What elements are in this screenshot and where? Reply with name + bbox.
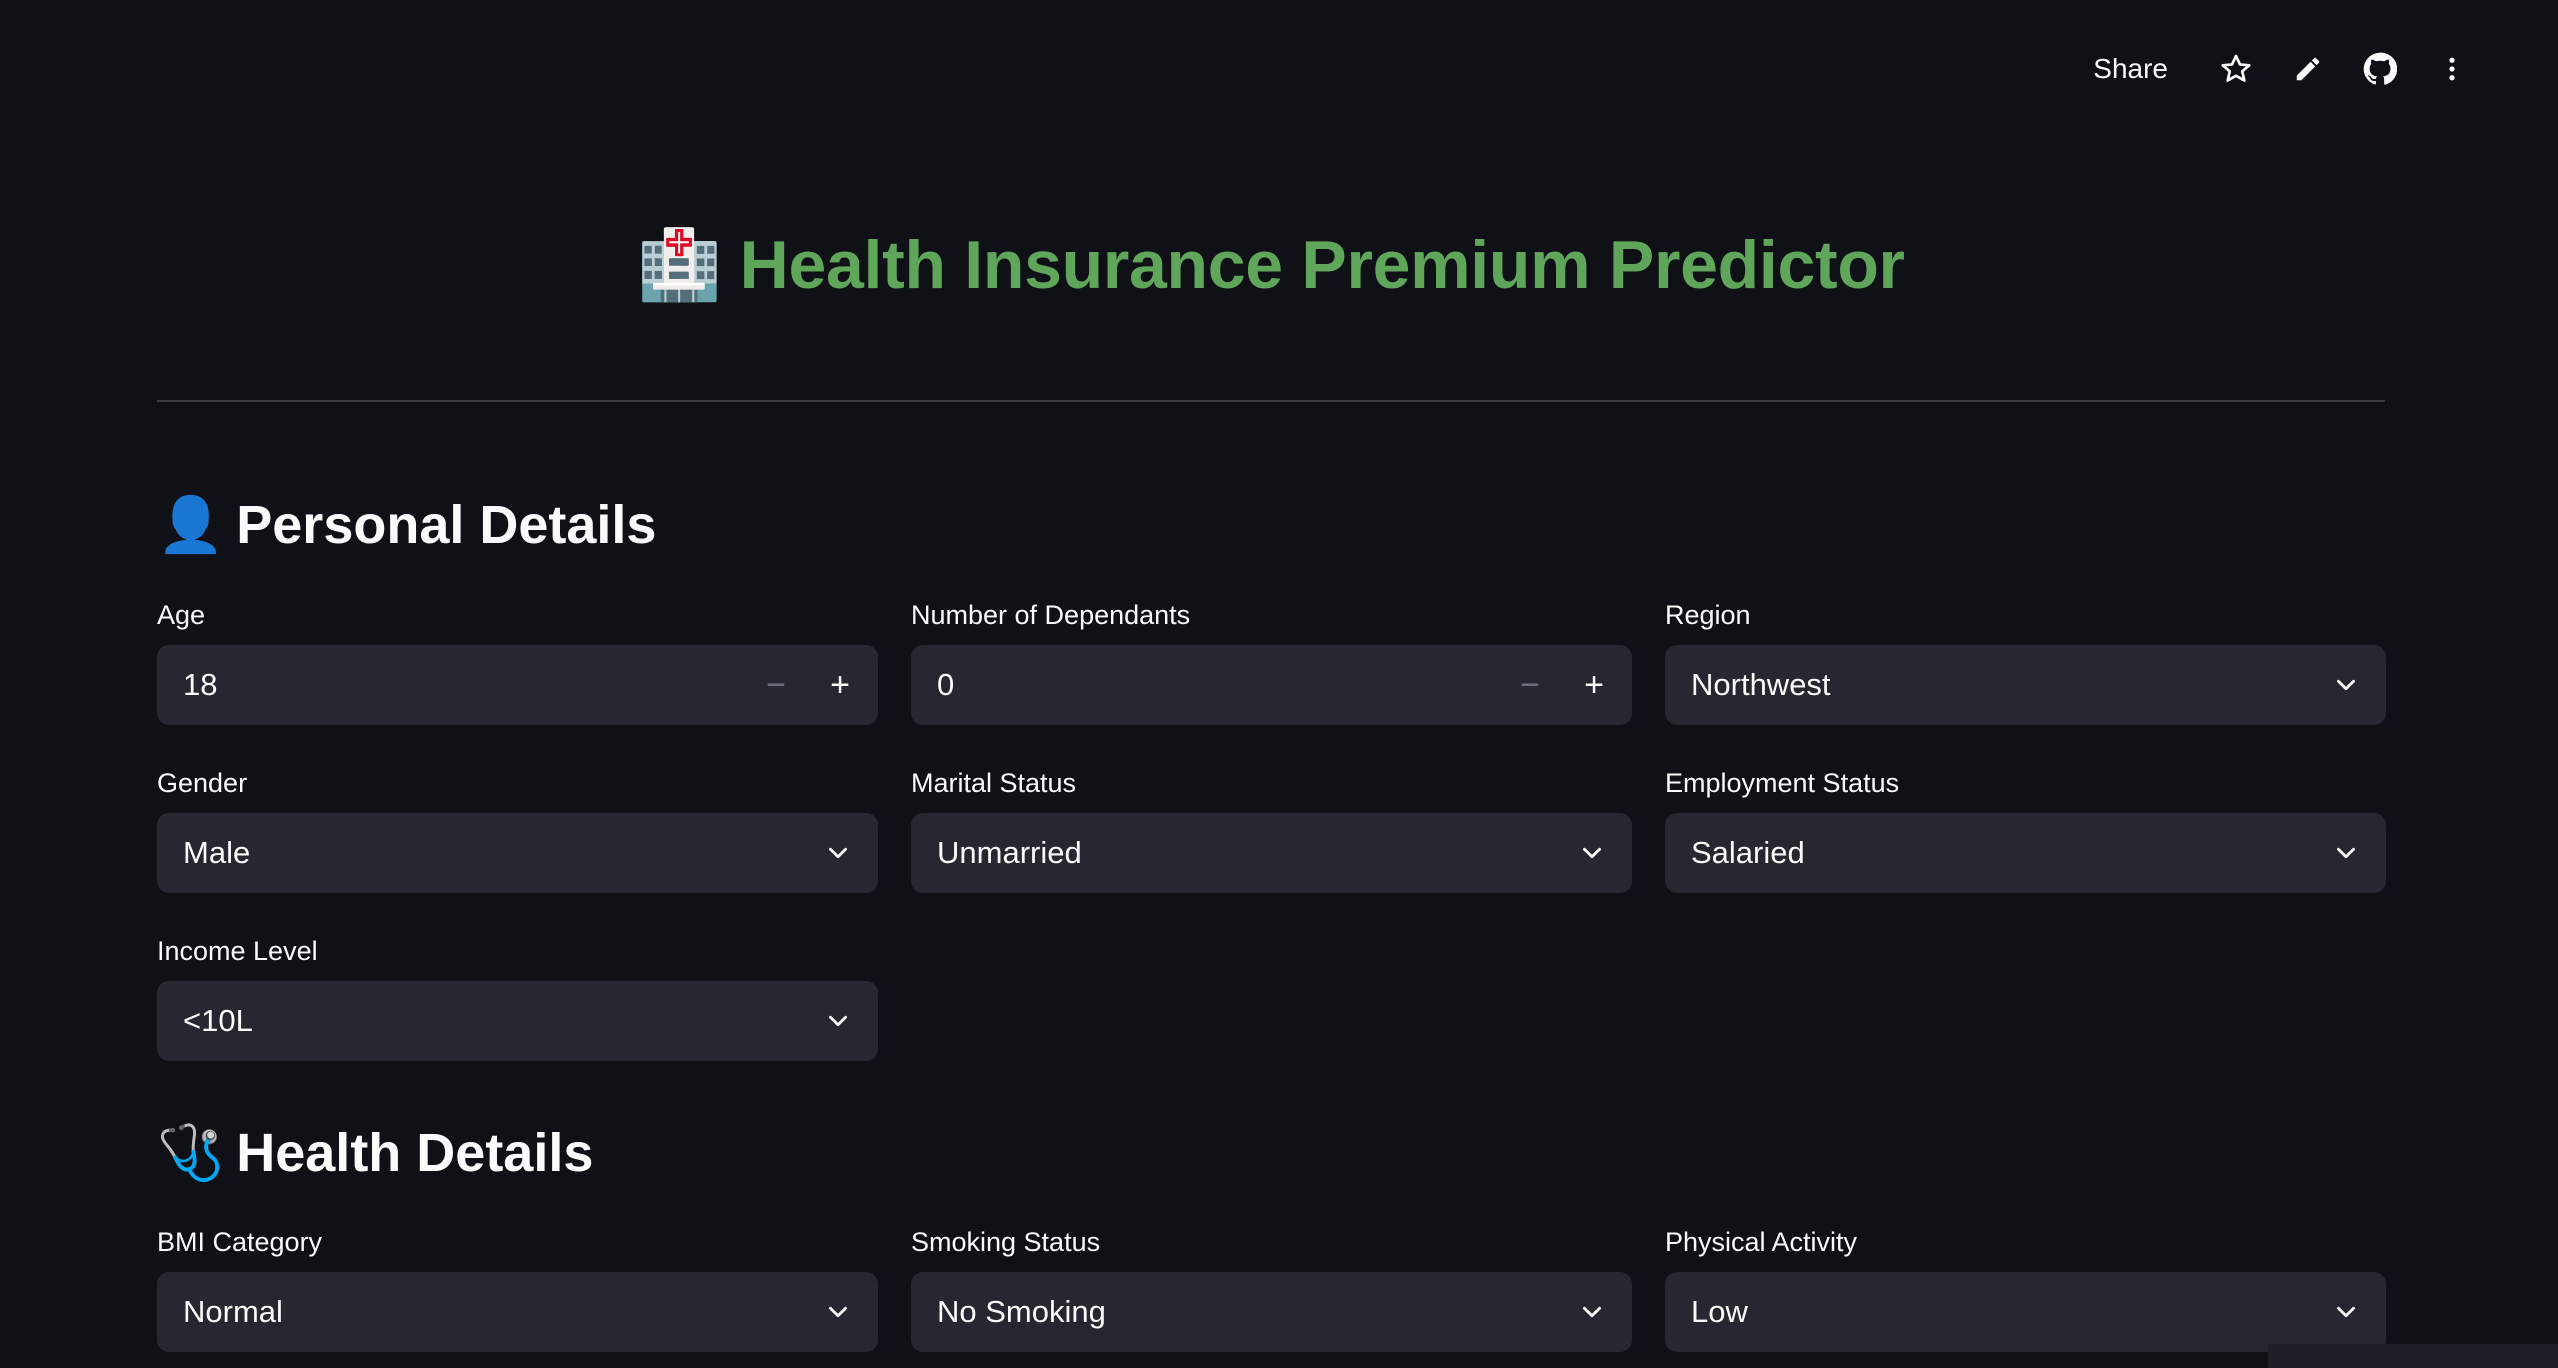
dependants-increment-button[interactable]: + <box>1562 645 1626 725</box>
region-field: Region Northwest <box>1665 595 2386 725</box>
status-widget-edge <box>2268 1344 2558 1368</box>
physical-activity-value: Low <box>1691 1294 1748 1329</box>
income-level-select[interactable]: <10L <box>157 981 878 1061</box>
marital-status-field: Marital Status Unmarried <box>911 763 1632 893</box>
chevron-down-icon[interactable] <box>2306 813 2386 893</box>
stethoscope-icon: 🩺 <box>157 1122 225 1183</box>
age-increment-button[interactable]: + <box>808 645 872 725</box>
section-heading-text: Personal Details <box>236 495 657 555</box>
region-select[interactable]: Northwest <box>1665 645 2386 725</box>
smoking-status-value: No Smoking <box>937 1294 1106 1329</box>
marital-status-select[interactable]: Unmarried <box>911 813 1632 893</box>
age-field: Age 18 − + <box>157 595 878 725</box>
dependants-label: Number of Dependants <box>911 600 1191 630</box>
section-personal-details: 👤 Personal Details <box>157 490 656 560</box>
bmi-category-value: Normal <box>183 1294 283 1329</box>
gender-value: Male <box>183 835 251 870</box>
chevron-down-icon[interactable] <box>1552 813 1632 893</box>
chevron-down-icon[interactable] <box>798 981 878 1061</box>
chevron-down-icon[interactable] <box>798 1272 878 1352</box>
dependants-decrement-button[interactable]: − <box>1498 645 1562 725</box>
income-level-label: Income Level <box>157 936 318 966</box>
section-health-details: 🩺 Health Details <box>157 1118 593 1188</box>
age-value[interactable]: 18 <box>183 667 744 703</box>
dependants-value[interactable]: 0 <box>937 667 1498 703</box>
dependants-number-input[interactable]: 0 − + <box>911 645 1632 725</box>
employment-status-field: Employment Status Salaried <box>1665 763 2386 893</box>
chevron-down-icon[interactable] <box>2306 645 2386 725</box>
more-vert-icon[interactable] <box>2416 44 2488 94</box>
hospital-icon: 🏥 <box>637 227 722 303</box>
gender-label: Gender <box>157 768 248 798</box>
physical-activity-field: Physical Activity Low <box>1665 1222 2386 1352</box>
dependants-field: Number of Dependants 0 − + <box>911 595 1632 725</box>
gender-select[interactable]: Male <box>157 813 878 893</box>
smoking-status-field: Smoking Status No Smoking <box>911 1222 1632 1352</box>
section-heading-text: Health Details <box>236 1123 594 1183</box>
employment-status-label: Employment Status <box>1665 768 1900 798</box>
chevron-down-icon[interactable] <box>2306 1272 2386 1352</box>
bmi-category-label: BMI Category <box>157 1227 323 1257</box>
age-number-input[interactable]: 18 − + <box>157 645 878 725</box>
age-label: Age <box>157 600 206 630</box>
bmi-category-field: BMI Category Normal <box>157 1222 878 1352</box>
physical-activity-label: Physical Activity <box>1665 1227 1858 1257</box>
page-title: 🏥 Health Insurance Premium Predictor <box>637 225 1905 305</box>
smoking-status-label: Smoking Status <box>911 1227 1101 1257</box>
main-content: 🏥 Health Insurance Premium Predictor 👤 P… <box>157 0 2386 1368</box>
gender-field: Gender Male <box>157 763 878 893</box>
page-title-text: Health Insurance Premium Predictor <box>739 227 1905 303</box>
region-value: Northwest <box>1691 667 1831 702</box>
chevron-down-icon[interactable] <box>798 813 878 893</box>
person-icon: 👤 <box>157 494 225 555</box>
income-level-field: Income Level <10L <box>157 931 878 1061</box>
marital-status-label: Marital Status <box>911 768 1077 798</box>
bmi-category-select[interactable]: Normal <box>157 1272 878 1352</box>
marital-status-value: Unmarried <box>937 835 1082 870</box>
chevron-down-icon[interactable] <box>1552 1272 1632 1352</box>
physical-activity-select[interactable]: Low <box>1665 1272 2386 1352</box>
title-row: 🏥 Health Insurance Premium Predictor <box>157 220 2385 310</box>
divider <box>157 400 2385 402</box>
region-label: Region <box>1665 600 1751 630</box>
smoking-status-select[interactable]: No Smoking <box>911 1272 1632 1352</box>
employment-status-value: Salaried <box>1691 835 1805 870</box>
age-decrement-button[interactable]: − <box>744 645 808 725</box>
income-level-value: <10L <box>183 1003 253 1038</box>
employment-status-select[interactable]: Salaried <box>1665 813 2386 893</box>
